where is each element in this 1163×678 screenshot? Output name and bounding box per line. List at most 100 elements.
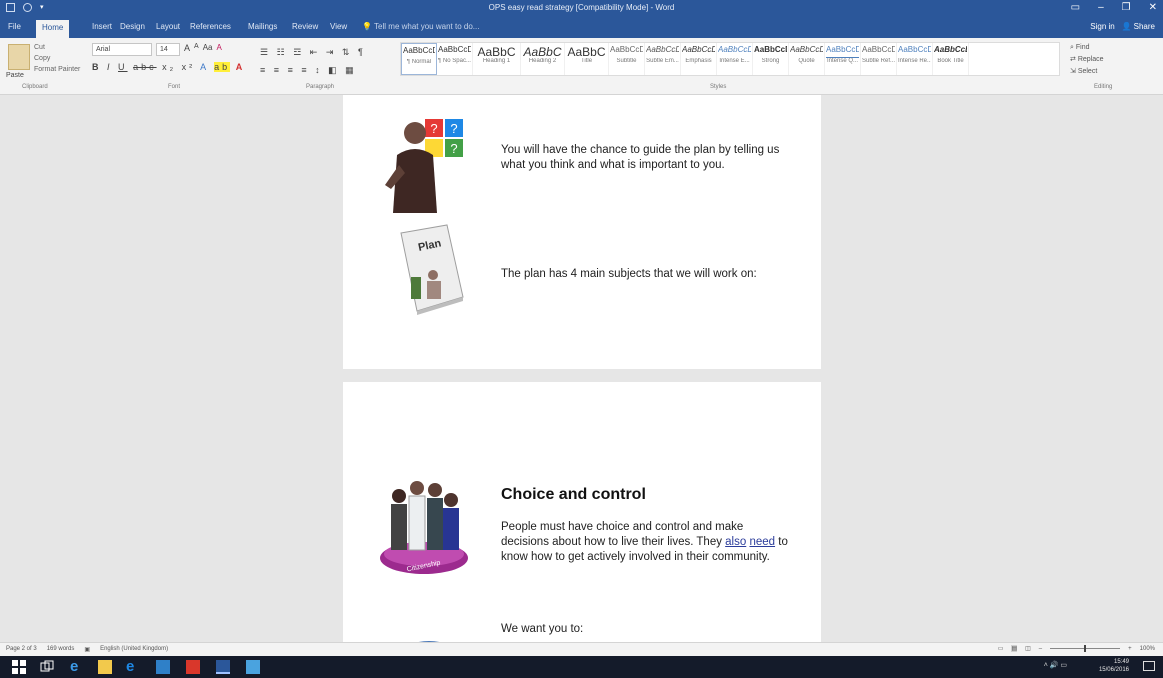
style-item[interactable]: AaBbCcDa Emphasis bbox=[681, 43, 717, 75]
style-item[interactable]: AaBbCcDc ¶ No Spac... bbox=[437, 43, 473, 75]
underline-button[interactable]: U bbox=[118, 62, 128, 72]
zoom-level[interactable]: 100% bbox=[1140, 646, 1155, 652]
highlight-icon[interactable]: ab bbox=[214, 62, 231, 72]
zoom-in-button[interactable]: + bbox=[1128, 646, 1132, 652]
notification-icon[interactable] bbox=[1143, 661, 1155, 671]
cut-button[interactable]: Cut bbox=[34, 42, 80, 53]
increase-indent-icon[interactable]: ⇥ bbox=[326, 47, 337, 57]
print-layout-icon[interactable]: ▤ bbox=[1011, 645, 1018, 652]
style-item[interactable]: AaBbCcDa Strong bbox=[753, 43, 789, 75]
subscript-button[interactable]: x₂ bbox=[162, 62, 176, 72]
clock[interactable]: 15:49 15/06/2016 bbox=[1099, 658, 1129, 674]
font-size-select[interactable]: 14 bbox=[156, 43, 180, 56]
grammar-flag-text[interactable]: also bbox=[725, 536, 746, 548]
align-left-icon[interactable]: ≡ bbox=[260, 65, 268, 75]
app-taskbar-icon[interactable] bbox=[246, 660, 260, 674]
page-indicator[interactable]: Page 2 of 3 bbox=[6, 646, 37, 653]
minimize-button[interactable]: – bbox=[1098, 2, 1104, 13]
grammar-flag-text[interactable]: need bbox=[749, 536, 775, 548]
zoom-slider-thumb[interactable] bbox=[1084, 645, 1087, 652]
body-paragraph[interactable]: People must have choice and control and … bbox=[501, 520, 791, 565]
tab-file[interactable]: File bbox=[8, 22, 21, 31]
strikethrough-button[interactable]: abc bbox=[133, 62, 157, 72]
edge-browser-icon[interactable]: e bbox=[70, 659, 84, 674]
line-spacing-icon[interactable]: ↕ bbox=[315, 65, 323, 75]
shading-icon[interactable]: ◧ bbox=[328, 65, 340, 75]
font-color-icon[interactable]: A bbox=[236, 62, 246, 72]
ribbon-display-options-button[interactable]: ▭ bbox=[1071, 2, 1080, 13]
numbering-icon[interactable]: ☷ bbox=[277, 47, 288, 57]
tab-mailings[interactable]: Mailings bbox=[248, 22, 277, 31]
document-page[interactable]: Citizenship Choice and control People mu… bbox=[343, 382, 821, 642]
tab-review[interactable]: Review bbox=[292, 22, 318, 31]
internet-explorer-icon[interactable]: e bbox=[126, 659, 140, 674]
word-count[interactable]: 169 words bbox=[47, 646, 75, 653]
show-marks-icon[interactable]: ¶ bbox=[358, 47, 366, 57]
tab-design[interactable]: Design bbox=[120, 22, 145, 31]
body-paragraph[interactable]: The plan has 4 main subjects that we wil… bbox=[501, 267, 801, 282]
style-item[interactable]: AaBbC Heading 1 bbox=[473, 43, 521, 75]
language-indicator[interactable]: English (United Kingdom) bbox=[100, 646, 168, 653]
style-item[interactable]: AaBbCcDa Subtle Em... bbox=[645, 43, 681, 75]
zoom-out-button[interactable]: – bbox=[1039, 646, 1042, 652]
tab-view[interactable]: View bbox=[330, 22, 347, 31]
document-area[interactable]: ? ? ? You will have the chance to guide … bbox=[0, 95, 1163, 642]
style-item[interactable]: AaBbCcDa Subtle Ref... bbox=[861, 43, 897, 75]
paste-button-label[interactable]: Paste bbox=[6, 72, 24, 79]
close-button[interactable]: ✕ bbox=[1149, 2, 1157, 13]
read-mode-icon[interactable]: ▭ bbox=[998, 645, 1004, 652]
style-item[interactable]: AaBbCcDaIntense Q... bbox=[825, 43, 861, 75]
tell-me-search[interactable]: 💡 Tell me what you want to do... bbox=[362, 22, 479, 31]
acrobat-icon[interactable] bbox=[186, 660, 200, 674]
system-tray[interactable]: ˄ 🔊 ▭ bbox=[1044, 661, 1067, 669]
outlook-icon[interactable] bbox=[156, 660, 170, 674]
tab-home[interactable]: Home bbox=[36, 20, 70, 38]
copy-button[interactable]: Copy bbox=[34, 53, 80, 64]
style-item[interactable]: AaBbCcDa Intense Re... bbox=[897, 43, 933, 75]
task-view-icon[interactable] bbox=[40, 660, 54, 674]
shrink-font-icon[interactable]: A bbox=[194, 43, 199, 56]
style-item[interactable]: AaBbCcDa Quote bbox=[789, 43, 825, 75]
replace-button[interactable]: ⇄ Replace bbox=[1070, 54, 1104, 66]
text-effects-icon[interactable]: A bbox=[200, 62, 209, 72]
find-button[interactable]: ⌕ Find bbox=[1070, 42, 1104, 54]
body-paragraph[interactable]: We want you to: bbox=[501, 622, 791, 637]
body-paragraph[interactable]: You will have the chance to guide the pl… bbox=[501, 143, 801, 173]
grow-font-icon[interactable]: A bbox=[184, 43, 190, 56]
style-item[interactable]: AaBbCcDa Intense E... bbox=[717, 43, 753, 75]
borders-icon[interactable]: ▦ bbox=[345, 65, 357, 75]
bold-button[interactable]: B bbox=[92, 62, 102, 72]
paste-icon[interactable] bbox=[8, 44, 30, 70]
decrease-indent-icon[interactable]: ⇤ bbox=[310, 47, 321, 57]
multilevel-list-icon[interactable]: ☲ bbox=[293, 47, 304, 57]
justify-icon[interactable]: ≡ bbox=[301, 65, 309, 75]
bullets-icon[interactable]: ☰ bbox=[260, 47, 271, 57]
format-painter-button[interactable]: Format Painter bbox=[34, 64, 80, 75]
section-heading[interactable]: Choice and control bbox=[501, 486, 646, 504]
restore-button[interactable]: ❐ bbox=[1122, 2, 1131, 13]
file-explorer-icon[interactable] bbox=[98, 660, 112, 674]
style-item[interactable]: AaBbCcDa Book Title bbox=[933, 43, 969, 75]
change-case-icon[interactable]: Aa bbox=[203, 43, 213, 56]
style-item[interactable]: AaBbCcDc ¶ Normal bbox=[401, 43, 437, 75]
sort-icon[interactable]: ⇅ bbox=[342, 47, 353, 57]
font-name-select[interactable]: Arial bbox=[92, 43, 152, 56]
tab-insert[interactable]: Insert bbox=[92, 22, 112, 31]
select-button[interactable]: ⇲ Select bbox=[1070, 66, 1104, 78]
style-item[interactable]: AaBbC Heading 2 bbox=[521, 43, 565, 75]
italic-button[interactable]: I bbox=[107, 62, 113, 72]
web-layout-icon[interactable]: ◫ bbox=[1025, 645, 1031, 652]
windows-start-icon[interactable] bbox=[12, 660, 26, 674]
document-page[interactable]: ? ? ? You will have the chance to guide … bbox=[343, 95, 821, 369]
align-center-icon[interactable]: ≡ bbox=[274, 65, 282, 75]
proofing-icon[interactable]: ▣ bbox=[84, 646, 90, 653]
clear-formatting-icon[interactable]: A bbox=[216, 43, 221, 56]
style-item[interactable]: AaBbCcD Subtitle bbox=[609, 43, 645, 75]
tab-references[interactable]: References bbox=[190, 22, 231, 31]
word-taskbar-icon[interactable] bbox=[216, 660, 230, 674]
share-button[interactable]: Share bbox=[1134, 22, 1155, 31]
tab-layout[interactable]: Layout bbox=[156, 22, 180, 31]
sign-in-link[interactable]: Sign in bbox=[1090, 22, 1114, 31]
zoom-slider[interactable] bbox=[1050, 645, 1121, 652]
align-right-icon[interactable]: ≡ bbox=[288, 65, 296, 75]
